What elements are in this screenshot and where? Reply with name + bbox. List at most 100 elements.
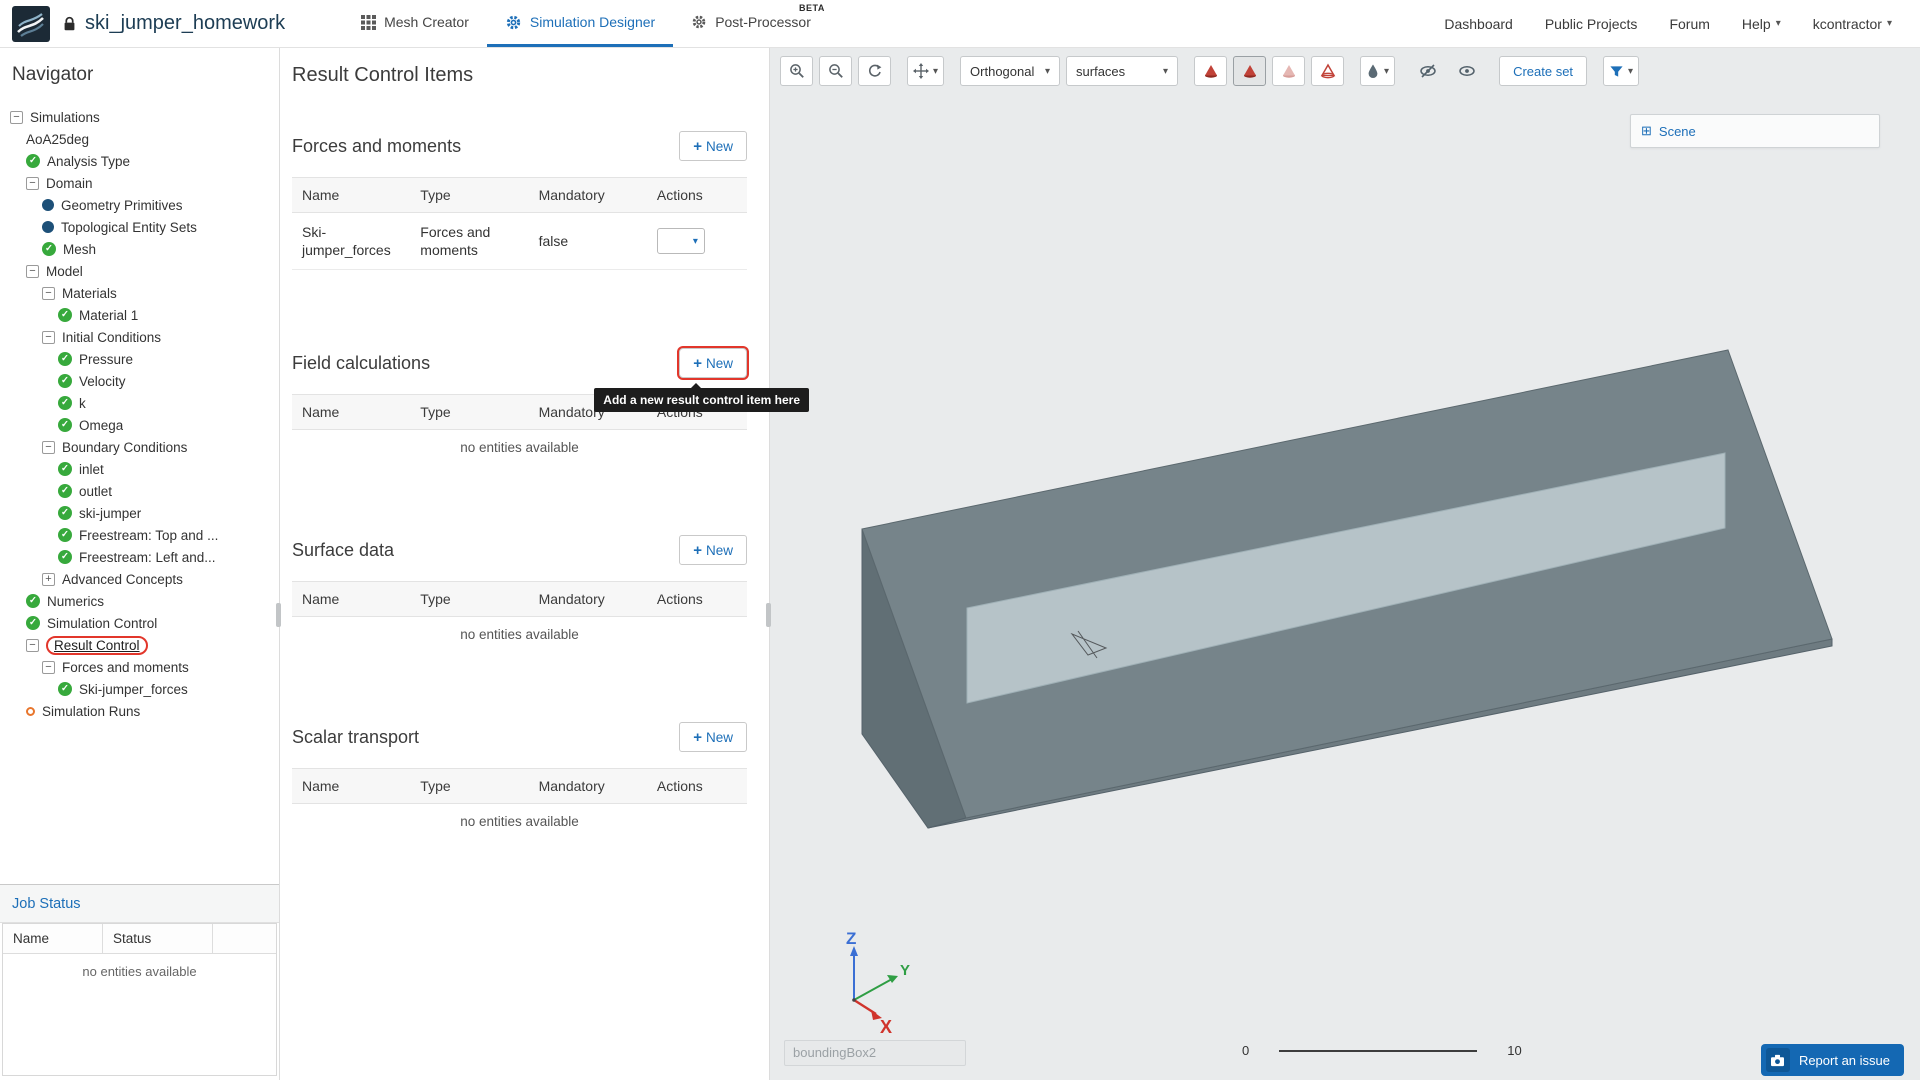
cell-name: Ski-jumper_forces xyxy=(292,213,410,269)
collapse-icon[interactable]: − xyxy=(26,265,39,278)
table-header: NameTypeMandatoryActions xyxy=(292,177,747,213)
refresh-icon xyxy=(867,63,883,79)
tree-item-numerics[interactable]: ✓Numerics xyxy=(0,590,279,612)
new-scalar-transport-button[interactable]: +New xyxy=(679,722,747,752)
tab-post-processor[interactable]: Post-Processor BETA xyxy=(673,0,829,47)
tree-item-k[interactable]: ✓k xyxy=(0,392,279,414)
collapse-icon[interactable]: − xyxy=(26,639,39,652)
tree-item-materials[interactable]: −Materials xyxy=(0,282,279,304)
projection-select[interactable]: Orthogonal▾ xyxy=(960,56,1060,86)
collapse-icon[interactable]: − xyxy=(42,441,55,454)
tree-label: AoA25deg xyxy=(26,132,89,147)
tree-label: outlet xyxy=(79,484,112,499)
tree-item-geometry-primitives[interactable]: Geometry Primitives xyxy=(0,194,279,216)
tree-item-velocity[interactable]: ✓Velocity xyxy=(0,370,279,392)
column-header: Actions xyxy=(647,178,747,212)
zoom-in-button[interactable] xyxy=(780,56,813,86)
reset-view-button[interactable] xyxy=(858,56,891,86)
viewport-toolbar: ▾ Orthogonal▾ surfaces▾ xyxy=(780,56,1639,86)
public-projects-link[interactable]: Public Projects xyxy=(1545,16,1638,32)
tree-item-domain[interactable]: −Domain xyxy=(0,172,279,194)
scale-min-label: 0 xyxy=(1242,1043,1249,1058)
funnel-icon xyxy=(1609,64,1624,79)
show-all-button[interactable] xyxy=(1450,56,1483,86)
tree-item-analysis-type[interactable]: ✓Analysis Type xyxy=(0,150,279,172)
tree-label: Ski-jumper_forces xyxy=(79,682,188,697)
collapse-icon[interactable]: − xyxy=(42,287,55,300)
column-header: Mandatory xyxy=(529,178,647,212)
expand-icon[interactable]: + xyxy=(42,573,55,586)
render-mode-solid-button[interactable] xyxy=(1194,56,1227,86)
scene-panel-header[interactable]: ⊞ Scene xyxy=(1630,114,1880,148)
forum-link[interactable]: Forum xyxy=(1669,16,1709,32)
user-menu[interactable]: kcontractor▾ xyxy=(1813,16,1892,32)
collapse-icon[interactable]: − xyxy=(10,111,23,124)
tree-label: Result Control xyxy=(46,636,148,655)
tree-label: Simulations xyxy=(30,110,100,125)
section-field-calculations: Field calculations+NewAdd a new result c… xyxy=(292,348,747,457)
pan-mode-dropdown[interactable]: ▾ xyxy=(907,56,944,86)
tree-item-boundary-conditions[interactable]: −Boundary Conditions xyxy=(0,436,279,458)
check-icon: ✓ xyxy=(58,462,72,476)
report-issue-button[interactable]: Report an issue xyxy=(1761,1044,1904,1076)
tree-item-outlet[interactable]: ✓outlet xyxy=(0,480,279,502)
collapse-icon[interactable]: − xyxy=(42,331,55,344)
render-mode-translucent-button[interactable] xyxy=(1272,56,1305,86)
tab-mesh-creator[interactable]: Mesh Creator xyxy=(343,0,487,47)
plus-icon: + xyxy=(693,356,702,371)
tree-item-topological-entity-sets[interactable]: Topological Entity Sets xyxy=(0,216,279,238)
tree-item-initial-conditions[interactable]: −Initial Conditions xyxy=(0,326,279,348)
tree-item-material-1[interactable]: ✓Material 1 xyxy=(0,304,279,326)
hide-selection-button[interactable] xyxy=(1411,56,1444,86)
gear-icon xyxy=(505,14,522,31)
tree-item-ski-jumper[interactable]: ✓ski-jumper xyxy=(0,502,279,524)
check-icon: ✓ xyxy=(58,308,72,322)
new-forces-and-moments-button[interactable]: +New xyxy=(679,131,747,161)
color-dropdown[interactable]: ▾ xyxy=(1360,56,1395,86)
tree-label: k xyxy=(79,396,86,411)
new-surface-data-button[interactable]: +New xyxy=(679,535,747,565)
tree-item-inlet[interactable]: ✓inlet xyxy=(0,458,279,480)
tree-item-model[interactable]: −Model xyxy=(0,260,279,282)
tree-label: ski-jumper xyxy=(79,506,141,521)
chevron-down-icon: ▾ xyxy=(1384,66,1389,77)
new-field-calculations-button[interactable]: +New xyxy=(679,348,747,378)
filter-dropdown[interactable]: ▾ xyxy=(1603,56,1639,86)
tree-item-forces-and-moments[interactable]: −Forces and moments xyxy=(0,656,279,678)
tab-simulation-designer[interactable]: Simulation Designer xyxy=(487,0,673,47)
column-header: Type xyxy=(410,395,528,429)
tree-item-simulations[interactable]: −Simulations xyxy=(0,106,279,128)
grid-icon xyxy=(361,15,376,30)
viewport-3d[interactable]: Z Y X ▾ xyxy=(770,48,1920,1080)
tree-item-freestream-left-and[interactable]: ✓Freestream: Left and... xyxy=(0,546,279,568)
render-mode-surface-button[interactable] xyxy=(1233,56,1266,86)
section-forces-and-moments: Forces and moments+NewNameTypeMandatoryA… xyxy=(292,131,747,270)
row-actions-select[interactable]: ▾ xyxy=(657,228,705,254)
tree-label: Mesh xyxy=(63,242,96,257)
panel-resize-handle[interactable] xyxy=(766,603,771,627)
render-mode-wireframe-button[interactable] xyxy=(1311,56,1344,86)
navigator-panel: Navigator −SimulationsAoA25deg✓Analysis … xyxy=(0,48,280,1080)
tree-item-simulation-control[interactable]: ✓Simulation Control xyxy=(0,612,279,634)
simscale-logo-icon[interactable] xyxy=(12,6,50,42)
tree-item-omega[interactable]: ✓Omega xyxy=(0,414,279,436)
collapse-icon[interactable]: − xyxy=(42,661,55,674)
tree-item-simulation-runs[interactable]: Simulation Runs xyxy=(0,700,279,722)
create-set-button[interactable]: Create set xyxy=(1499,56,1587,86)
tree-item-advanced-concepts[interactable]: +Advanced Concepts xyxy=(0,568,279,590)
tree-item-freestream-top-and[interactable]: ✓Freestream: Top and ... xyxy=(0,524,279,546)
tree-item-aoa25deg[interactable]: AoA25deg xyxy=(0,128,279,150)
panel-resize-handle[interactable] xyxy=(276,603,281,627)
tree-item-pressure[interactable]: ✓Pressure xyxy=(0,348,279,370)
zoom-out-button[interactable] xyxy=(819,56,852,86)
new-button-label: New xyxy=(706,730,733,745)
tree-item-mesh[interactable]: ✓Mesh xyxy=(0,238,279,260)
dashboard-link[interactable]: Dashboard xyxy=(1444,16,1513,32)
tree-item-result-control[interactable]: −Result Control xyxy=(0,634,279,656)
help-menu[interactable]: Help▾ xyxy=(1742,16,1781,32)
chevron-down-icon: ▾ xyxy=(1163,66,1168,77)
bounding-box-name-field[interactable]: boundingBox2 xyxy=(784,1040,966,1066)
collapse-icon[interactable]: − xyxy=(26,177,39,190)
display-mode-select[interactable]: surfaces▾ xyxy=(1066,56,1178,86)
tree-item-ski-jumper-forces[interactable]: ✓Ski-jumper_forces xyxy=(0,678,279,700)
